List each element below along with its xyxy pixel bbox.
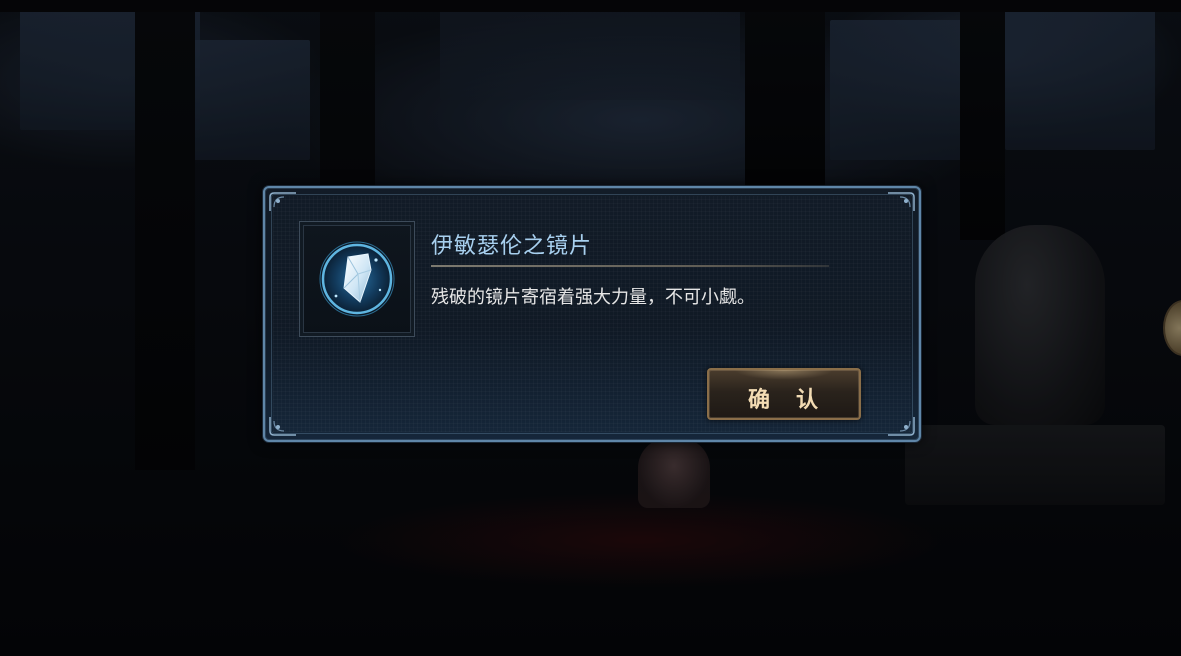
corner-ornament-icon bbox=[888, 417, 915, 436]
confirm-button-label: 确 认 bbox=[747, 388, 820, 413]
corner-ornament-icon bbox=[269, 417, 296, 436]
corner-ornament-icon bbox=[269, 192, 296, 211]
item-info-dialog: 伊敏瑟伦之镜片 残破的镜片寄宿着强大力量，不可小觑。 确 认 bbox=[263, 186, 921, 442]
item-icon-frame bbox=[299, 221, 415, 337]
item-description: 残破的镜片寄宿着强大力量，不可小觑。 bbox=[431, 287, 755, 308]
title-divider bbox=[431, 265, 829, 267]
item-name: 伊敏瑟伦之镜片 bbox=[431, 234, 593, 259]
corner-ornament-icon bbox=[888, 192, 915, 211]
crystal-shard-icon bbox=[319, 241, 395, 317]
confirm-button[interactable]: 确 认 bbox=[707, 368, 861, 420]
